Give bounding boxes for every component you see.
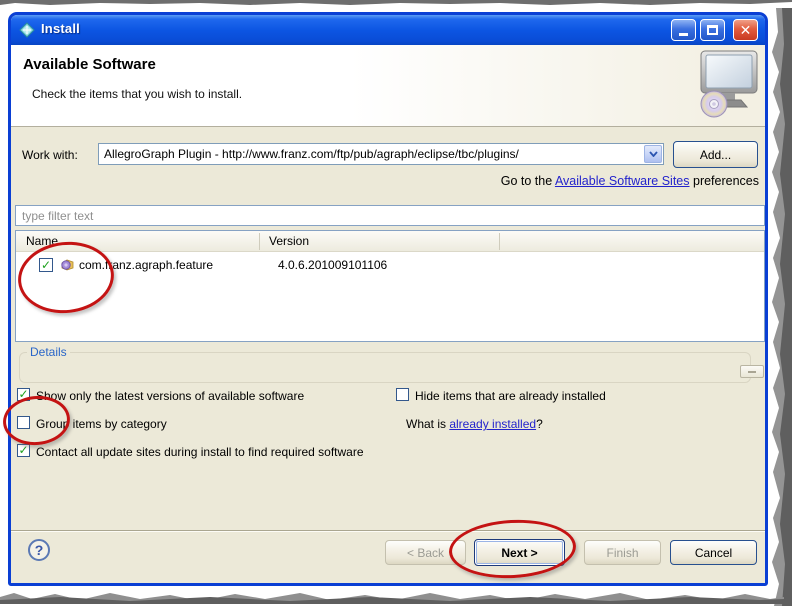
minimize-button[interactable] [671, 19, 696, 41]
collapse-icon [748, 370, 756, 373]
goto-prefix: Go to the [500, 174, 555, 188]
already-installed-link[interactable]: already installed [449, 417, 536, 431]
table-header[interactable]: Name Version [16, 231, 764, 252]
finish-button[interactable]: Finish [584, 540, 661, 565]
details-group [19, 352, 751, 383]
what-is-prefix: What is [406, 417, 450, 431]
available-software-sites-link[interactable]: Available Software Sites [555, 174, 690, 188]
app-diamond-icon [19, 22, 35, 38]
close-button[interactable]: ✕ [733, 19, 758, 41]
software-table[interactable]: Name Version ✓ com.franz.agraph.feature … [15, 230, 765, 342]
maximize-button[interactable] [700, 19, 725, 41]
combobox-dropdown-button[interactable] [644, 145, 662, 163]
column-separator[interactable] [499, 233, 500, 250]
column-header-version[interactable]: Version [269, 234, 309, 248]
add-button[interactable]: Add... [673, 141, 758, 168]
page-subtitle: Check the items that you wish to install… [32, 87, 243, 101]
page-title: Available Software [23, 56, 156, 73]
footer-separator [11, 530, 765, 532]
goto-sites-line: Go to the Available Software Sites prefe… [501, 174, 759, 188]
table-row[interactable]: ✓ com.franz.agraph.feature 4.0.6.2010091… [16, 255, 764, 277]
goto-suffix: preferences [689, 174, 759, 188]
what-is-installed-line: What is already installed? [406, 417, 543, 431]
monitor-cd-icon [700, 50, 758, 118]
help-button[interactable]: ? [28, 539, 50, 561]
feature-version[interactable]: 4.0.6.201009101106 [278, 258, 387, 272]
window-title: Install [41, 21, 80, 36]
what-is-suffix: ? [536, 417, 543, 431]
minimize-icon [679, 33, 688, 36]
chevron-down-icon [648, 151, 658, 157]
torn-edge-top [0, 0, 792, 5]
wizard-header: Available Software Check the items that … [11, 45, 765, 127]
column-separator[interactable] [259, 233, 260, 250]
contact-update-sites-checkbox[interactable]: ✓ [17, 444, 30, 457]
work-with-combobox[interactable]: AllegroGraph Plugin - http://www.franz.c… [98, 143, 664, 165]
details-collapse-button[interactable] [740, 365, 764, 378]
help-icon: ? [34, 542, 44, 558]
filter-input[interactable] [15, 205, 765, 226]
screenshot-canvas: Install ✕ Available Software Check the i… [0, 0, 792, 606]
hide-installed-label[interactable]: Hide items that are already installed [415, 389, 606, 403]
details-label: Details [27, 345, 70, 359]
contact-update-sites-label[interactable]: Contact all update sites during install … [36, 445, 364, 459]
install-dialog-window: Install ✕ Available Software Check the i… [8, 12, 768, 586]
maximize-icon [707, 25, 718, 35]
torn-edge-right [772, 8, 792, 606]
torn-edge-bottom [0, 593, 784, 604]
work-with-value: AllegroGraph Plugin - http://www.franz.c… [104, 147, 519, 161]
cancel-button[interactable]: Cancel [670, 540, 757, 565]
title-bar[interactable]: Install ✕ [11, 15, 765, 45]
close-icon: ✕ [739, 21, 752, 38]
show-latest-label[interactable]: Show only the latest versions of availab… [36, 389, 304, 403]
work-with-label: Work with: [22, 148, 78, 162]
hide-installed-checkbox[interactable] [396, 388, 409, 401]
